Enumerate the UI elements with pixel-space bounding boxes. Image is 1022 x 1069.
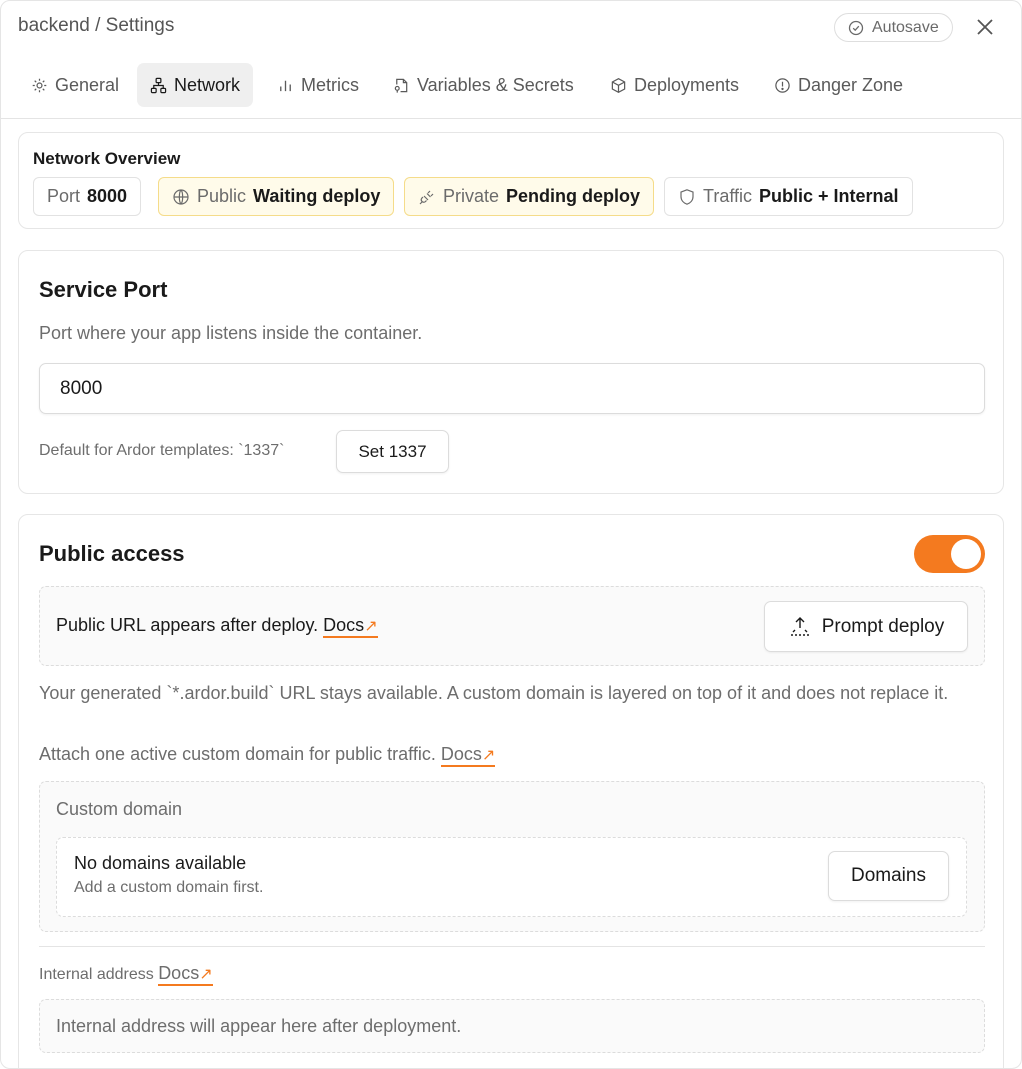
external-link-icon: ↗ [199, 966, 213, 983]
docs-link-label: Docs [440, 744, 482, 764]
service-port-title: Service Port [39, 277, 168, 302]
public-access-card: Public access Public URL appears after d… [18, 514, 1004, 1068]
internal-address-label-wrap: Internal address Docs↗ [39, 963, 213, 986]
alert-circle-icon [775, 77, 790, 93]
header: backend / Settings Autosave [1, 1, 1021, 53]
tab-network[interactable]: Network [137, 63, 254, 107]
external-link-icon: ↗ [364, 618, 378, 635]
tab-variables-secrets[interactable]: Variables & Secrets [380, 63, 587, 107]
internal-address-box: Internal address will appear here after … [39, 999, 985, 1053]
attach-domain-text-wrap: Attach one active custom domain for publ… [39, 744, 496, 767]
internal-address-label: Internal address [39, 966, 154, 983]
attach-domain-text: Attach one active custom domain for publ… [39, 744, 436, 764]
public-access-toggle[interactable] [914, 535, 985, 573]
tab-danger-zone-label: Danger Zone [798, 74, 904, 95]
toggle-knob [951, 539, 981, 569]
domains-button[interactable]: Domains [828, 851, 949, 901]
cube-icon [611, 77, 626, 93]
public-chip-value: Waiting deploy [253, 186, 381, 206]
no-domains-subtitle: Add a custom domain first. [74, 879, 264, 896]
service-port-card: Service Port Port where your app listens… [18, 250, 1004, 494]
prompt-deploy-label: Prompt deploy [821, 615, 945, 637]
domains-button-label: Domains [851, 865, 926, 886]
internal-address-placeholder: Internal address will appear here after … [56, 1016, 462, 1036]
port-chip: Port 8000 [33, 177, 142, 216]
set-default-port-label: Set 1337 [358, 441, 427, 461]
prompt-deploy-button[interactable]: Prompt deploy [764, 601, 968, 652]
network-icon [150, 77, 167, 93]
attach-domain-docs-link[interactable]: Docs↗ [440, 744, 496, 767]
external-link-icon: ↗ [481, 747, 496, 764]
custom-domain-section: Custom domain No domains available Add a… [39, 781, 985, 932]
port-chip-label: Port [47, 186, 81, 206]
generated-url-text: Your generated `*.ardor.build` URL stays… [39, 683, 949, 703]
gear-icon [32, 78, 47, 92]
port-chip-value: 8000 [87, 186, 128, 206]
internal-address-docs-link[interactable]: Docs↗ [158, 963, 213, 986]
public-url-notice: Public URL appears after deploy. Docs↗ P… [39, 586, 985, 666]
custom-domain-empty-state: No domains available Add a custom domain… [56, 837, 967, 917]
tab-metrics-label: Metrics [301, 74, 359, 95]
set-default-port-button[interactable]: Set 1337 [336, 430, 449, 473]
service-port-input[interactable] [39, 363, 985, 414]
public-access-title: Public access [39, 541, 185, 566]
globe-icon [173, 188, 189, 205]
docs-link-label: Docs [323, 615, 365, 635]
network-overview-card: Network Overview Port 8000 Public Waitin… [18, 132, 1004, 229]
tab-bar: General Network Metrics Variables & Secr… [1, 63, 1021, 119]
tab-deployments-label: Deployments [634, 74, 740, 95]
public-url-notice-text: Public URL appears after deploy. [56, 615, 319, 635]
check-circle-icon [848, 20, 864, 35]
overview-title: Network Overview [33, 149, 181, 168]
custom-domain-title: Custom domain [56, 799, 183, 819]
section-divider [39, 946, 985, 947]
tab-general[interactable]: General [18, 63, 132, 107]
close-icon [977, 19, 993, 35]
traffic-chip-label: Traffic [703, 186, 753, 206]
tab-danger-zone[interactable]: Danger Zone [761, 63, 916, 107]
tab-network-label: Network [174, 74, 241, 95]
tab-metrics[interactable]: Metrics [264, 63, 372, 107]
metrics-icon [280, 80, 291, 91]
public-chip-label: Public [197, 186, 247, 206]
close-button[interactable] [973, 15, 997, 39]
shield-icon [680, 188, 694, 205]
tab-general-label: General [55, 74, 120, 95]
no-domains-title: No domains available [74, 853, 247, 873]
private-chip-label: Private [443, 186, 500, 206]
default-port-hint: Default for Ardor templates: `1337` [39, 442, 285, 459]
traffic-chip: Traffic Public + Internal [664, 177, 913, 216]
public-url-notice-text-wrap: Public URL appears after deploy. Docs↗ [56, 615, 378, 638]
docs-link-label: Docs [158, 963, 200, 983]
public-url-docs-link[interactable]: Docs↗ [323, 615, 378, 638]
service-port-description: Port where your app listens inside the c… [39, 323, 423, 343]
autosave-label: Autosave [872, 18, 939, 36]
deploy-icon [790, 616, 809, 636]
private-status-chip: Private Pending deploy [404, 177, 655, 216]
private-chip-value: Pending deploy [506, 186, 641, 206]
breadcrumb: backend / Settings [18, 15, 175, 36]
autosave-badge[interactable]: Autosave [834, 13, 953, 42]
plug-icon [419, 190, 434, 204]
tab-deployments[interactable]: Deployments [597, 63, 752, 107]
settings-window: backend / Settings Autosave General Netw… [0, 0, 1022, 1069]
tab-variables-label: Variables & Secrets [417, 74, 574, 95]
file-key-icon [394, 78, 408, 93]
traffic-chip-value: Public + Internal [759, 186, 899, 206]
public-status-chip: Public Waiting deploy [158, 177, 395, 216]
